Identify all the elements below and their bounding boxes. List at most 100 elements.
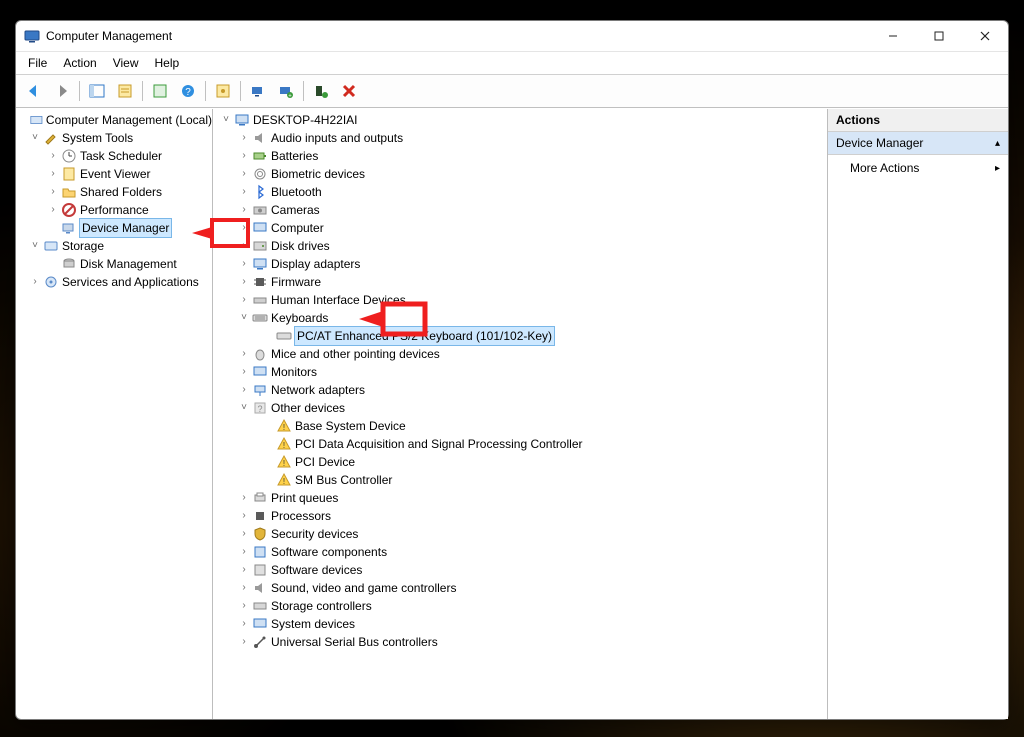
device-bluetooth[interactable]: ›Bluetooth xyxy=(213,183,827,201)
device-batteries[interactable]: ›Batteries xyxy=(213,147,827,165)
device-other[interactable]: ˅?Other devices xyxy=(213,399,827,417)
expand-toggle-icon[interactable]: › xyxy=(237,363,251,381)
expand-toggle-icon[interactable]: ˅ xyxy=(237,399,251,417)
device-software-components[interactable]: ›Software components xyxy=(213,543,827,561)
expand-toggle-icon[interactable]: ˅ xyxy=(219,111,233,129)
expand-toggle-icon[interactable]: › xyxy=(237,201,251,219)
device-security[interactable]: ›Security devices xyxy=(213,525,827,543)
console-tree-pane[interactable]: Computer Management (Local) ˅ System Too… xyxy=(16,109,213,719)
close-button[interactable] xyxy=(962,21,1008,51)
actions-section[interactable]: Device Manager ▴ xyxy=(828,132,1008,155)
device-label: Storage controllers xyxy=(271,597,372,615)
device-print[interactable]: › Print queues xyxy=(213,489,827,507)
device-network[interactable]: ›Network adapters xyxy=(213,381,827,399)
back-button[interactable] xyxy=(21,78,47,104)
expand-toggle-icon[interactable]: › xyxy=(237,165,251,183)
disable-device-button[interactable] xyxy=(336,78,362,104)
device-keyboard-ps2[interactable]: PC/AT Enhanced PS/2 Keyboard (101/102-Ke… xyxy=(213,327,827,345)
tree-device-manager[interactable]: Device Manager xyxy=(16,219,212,237)
expand-toggle-icon[interactable]: › xyxy=(237,129,251,147)
scan-hardware-button[interactable] xyxy=(245,78,271,104)
device-firmware[interactable]: ›Firmware xyxy=(213,273,827,291)
device-hid[interactable]: ›Human Interface Devices xyxy=(213,291,827,309)
device-processors[interactable]: ›Processors xyxy=(213,507,827,525)
tree-storage[interactable]: ˅ Storage xyxy=(16,237,212,255)
device-tree-pane[interactable]: ˅ DESKTOP-4H22IAI ›Audio inputs and outp… xyxy=(213,109,828,719)
menu-help[interactable]: Help xyxy=(147,54,188,72)
expand-toggle-icon[interactable]: › xyxy=(46,201,60,219)
tree-shared-folders[interactable]: › Shared Folders xyxy=(16,183,212,201)
device-storage-controllers[interactable]: › Storage controllers xyxy=(213,597,827,615)
uninstall-device-button[interactable] xyxy=(308,78,334,104)
tree-performance[interactable]: › Performance xyxy=(16,201,212,219)
refresh-button[interactable] xyxy=(147,78,173,104)
device-system-devices[interactable]: ›System devices xyxy=(213,615,827,633)
device-other-pci[interactable]: !PCI Device xyxy=(213,453,827,471)
expand-toggle-icon[interactable]: › xyxy=(237,219,251,237)
device-disk-drives[interactable]: ›Disk drives xyxy=(213,237,827,255)
expand-toggle-icon[interactable]: › xyxy=(237,273,251,291)
tree-services-apps[interactable]: › Services and Applications xyxy=(16,273,212,291)
tree-disk-management[interactable]: Disk Management xyxy=(16,255,212,273)
expand-toggle-icon[interactable]: › xyxy=(28,273,42,291)
expand-toggle-icon[interactable]: › xyxy=(237,381,251,399)
device-audio[interactable]: ›Audio inputs and outputs xyxy=(213,129,827,147)
device-other-base[interactable]: !Base System Device xyxy=(213,417,827,435)
device-software-devices[interactable]: ›Software devices xyxy=(213,561,827,579)
actions-more[interactable]: More Actions ▸ xyxy=(828,155,1008,181)
device-cameras[interactable]: ›Cameras xyxy=(213,201,827,219)
device-biometric[interactable]: › Biometric devices xyxy=(213,165,827,183)
expand-toggle-icon[interactable]: › xyxy=(46,165,60,183)
device-keyboards[interactable]: ˅Keyboards xyxy=(213,309,827,327)
device-computer[interactable]: ›Computer xyxy=(213,219,827,237)
expand-toggle-icon[interactable]: › xyxy=(46,183,60,201)
forward-button[interactable] xyxy=(49,78,75,104)
device-other-pci-daq[interactable]: !PCI Data Acquisition and Signal Process… xyxy=(213,435,827,453)
warning-icon: ! xyxy=(276,454,292,470)
show-hide-tree-button[interactable] xyxy=(84,78,110,104)
menu-file[interactable]: File xyxy=(20,54,55,72)
expand-toggle-icon[interactable]: › xyxy=(237,615,251,633)
expand-toggle-icon[interactable]: › xyxy=(46,147,60,165)
maximize-button[interactable] xyxy=(916,21,962,51)
device-other-smbus[interactable]: !SM Bus Controller xyxy=(213,471,827,489)
expand-toggle-icon[interactable]: ˅ xyxy=(28,237,42,255)
expand-toggle-icon[interactable]: ˅ xyxy=(237,309,251,327)
expand-toggle-icon[interactable]: › xyxy=(237,255,251,273)
minimize-button[interactable] xyxy=(870,21,916,51)
tree-system-tools[interactable]: ˅ System Tools xyxy=(16,129,212,147)
expand-toggle-icon[interactable]: › xyxy=(237,489,251,507)
expand-toggle-icon[interactable]: › xyxy=(237,183,251,201)
view-options-button[interactable] xyxy=(210,78,236,104)
expand-toggle-icon[interactable]: › xyxy=(237,147,251,165)
expand-toggle-icon[interactable]: › xyxy=(237,561,251,579)
expand-toggle-icon[interactable]: ˅ xyxy=(28,129,42,147)
tree-root[interactable]: Computer Management (Local) xyxy=(16,111,212,129)
titlebar[interactable]: Computer Management xyxy=(16,21,1008,52)
expand-toggle-icon[interactable]: › xyxy=(237,237,251,255)
device-display-adapters[interactable]: ›Display adapters xyxy=(213,255,827,273)
expand-toggle-icon[interactable]: › xyxy=(237,633,251,651)
properties-button[interactable] xyxy=(112,78,138,104)
device-monitors[interactable]: ›Monitors xyxy=(213,363,827,381)
tree-task-scheduler[interactable]: › Task Scheduler xyxy=(16,147,212,165)
expand-toggle-icon[interactable]: › xyxy=(237,543,251,561)
add-legacy-hardware-button[interactable]: + xyxy=(273,78,299,104)
device-host[interactable]: ˅ DESKTOP-4H22IAI xyxy=(213,111,827,129)
expand-toggle-icon[interactable]: › xyxy=(237,525,251,543)
expand-toggle-icon[interactable]: › xyxy=(237,579,251,597)
device-usb[interactable]: ›Universal Serial Bus controllers xyxy=(213,633,827,651)
device-label: Biometric devices xyxy=(271,165,365,183)
tree-event-viewer[interactable]: › Event Viewer xyxy=(16,165,212,183)
help-button[interactable]: ? xyxy=(175,78,201,104)
menu-view[interactable]: View xyxy=(105,54,147,72)
menu-action[interactable]: Action xyxy=(55,54,104,72)
device-sound[interactable]: ›Sound, video and game controllers xyxy=(213,579,827,597)
svg-text:!: ! xyxy=(283,441,285,450)
expand-toggle-icon[interactable]: › xyxy=(237,597,251,615)
expand-toggle-icon[interactable]: › xyxy=(237,507,251,525)
device-mice[interactable]: ›Mice and other pointing devices xyxy=(213,345,827,363)
expand-toggle-icon[interactable]: › xyxy=(237,345,251,363)
device-label: Print queues xyxy=(271,489,338,507)
expand-toggle-icon[interactable]: › xyxy=(237,291,251,309)
